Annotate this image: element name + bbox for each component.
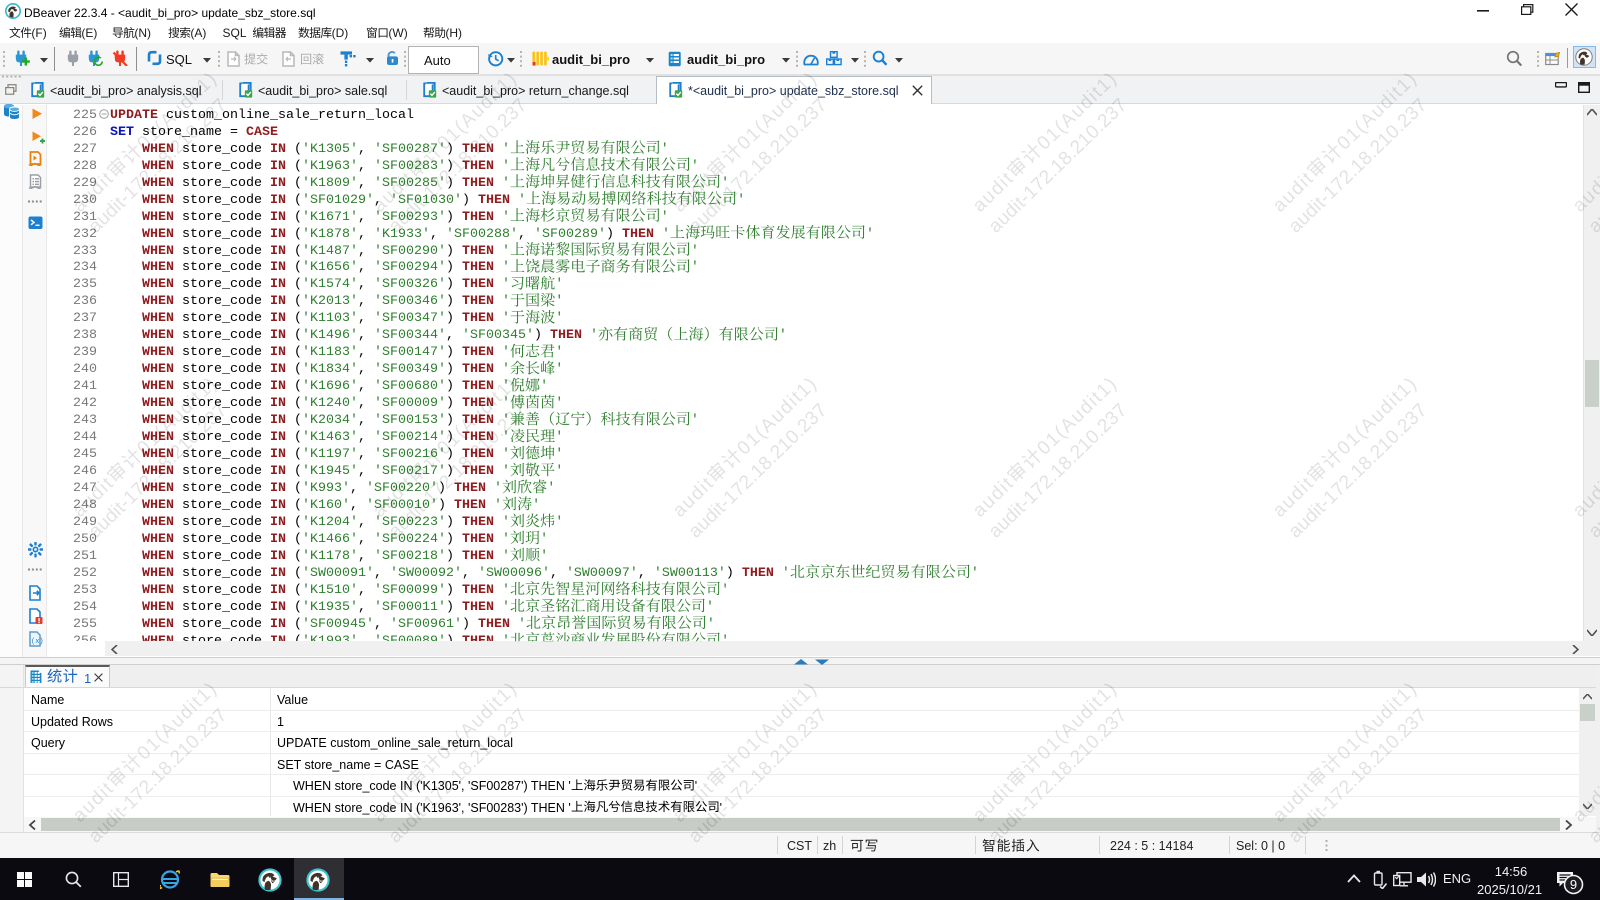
svg-text:9: 9 <box>1570 877 1577 892</box>
